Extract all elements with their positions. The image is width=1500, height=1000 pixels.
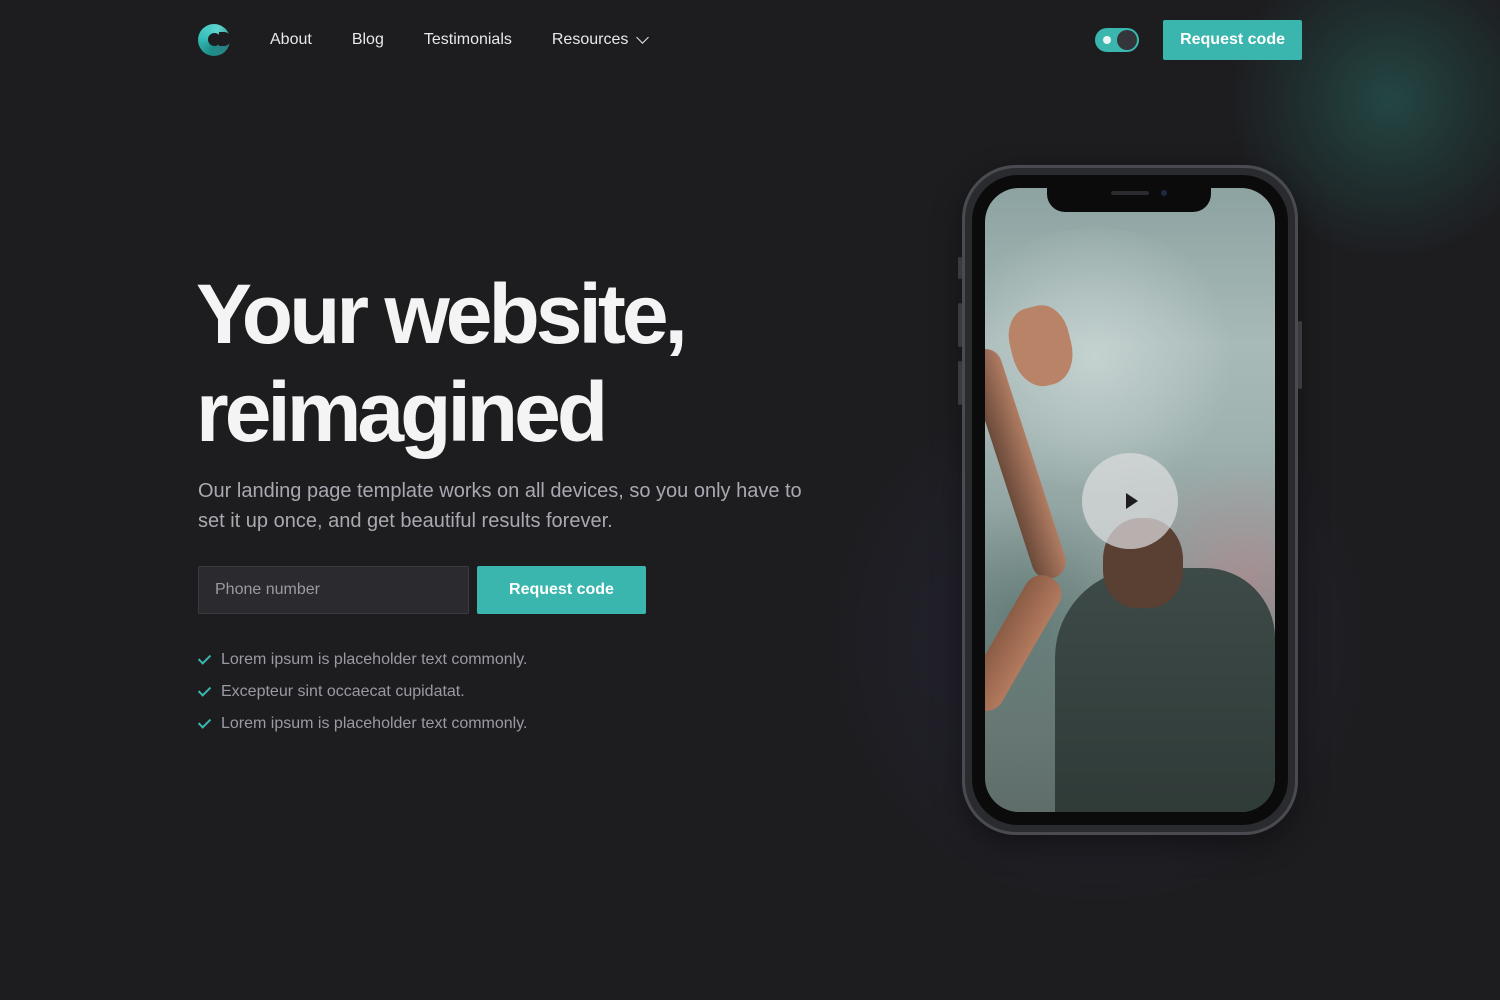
nav-link-resources[interactable]: Resources	[551, 31, 650, 49]
play-video-button[interactable]	[1082, 453, 1178, 549]
feature-item: Lorem ipsum is placeholder text commonly…	[197, 708, 528, 740]
performer-body	[1055, 568, 1275, 812]
hero-title-line-2: reimagined	[196, 365, 608, 459]
nav-link-blog[interactable]: Blog	[352, 31, 384, 49]
hero-title-line-1: Your website,	[196, 267, 688, 361]
feature-list: Lorem ipsum is placeholder text commonly…	[197, 644, 528, 740]
check-icon	[197, 715, 212, 729]
nav-link-label: Resources	[551, 31, 629, 48]
phone-speaker	[1111, 191, 1149, 195]
feature-item: Lorem ipsum is placeholder text commonly…	[197, 644, 528, 676]
feature-text: Excepteur sint occaecat cupidatat.	[221, 683, 465, 700]
hero-subtitle: Our landing page template works on all d…	[198, 480, 802, 532]
phone-side-button	[958, 303, 962, 347]
check-icon	[197, 651, 212, 665]
play-icon	[1126, 493, 1138, 509]
camera-icon	[1161, 190, 1167, 196]
hero-title: Your website, reimagined	[196, 265, 896, 461]
feature-text: Lorem ipsum is placeholder text commonly…	[221, 651, 528, 668]
nav-link-about[interactable]: About	[270, 31, 312, 49]
check-icon	[197, 683, 212, 697]
toggle-indicator-icon	[1103, 36, 1112, 44]
phone-side-button	[958, 257, 962, 279]
form-request-code-button[interactable]: Request code	[477, 566, 646, 614]
nav-link-label: Blog	[351, 31, 384, 48]
header-actions: Request code	[1095, 20, 1302, 60]
main-nav: About Blog Testimonials Resources	[270, 31, 650, 49]
site-header: About Blog Testimonials Resources Reques…	[198, 20, 1302, 60]
header-request-code-button[interactable]: Request code	[1163, 20, 1302, 60]
phone-number-input[interactable]	[198, 566, 469, 614]
nav-link-testimonials[interactable]: Testimonials	[424, 31, 512, 49]
request-code-form: Request code	[198, 566, 646, 614]
landing-page: About Blog Testimonials Resources Reques…	[0, 0, 1500, 1000]
nav-link-label: About	[270, 31, 312, 48]
phone-side-button	[958, 361, 962, 405]
phone-side-button	[1298, 321, 1302, 389]
nav-link-label: Testimonials	[423, 31, 512, 48]
feature-text: Lorem ipsum is placeholder text commonly…	[221, 715, 528, 732]
dark-mode-toggle[interactable]	[1095, 28, 1140, 52]
logo-icon[interactable]	[198, 24, 231, 56]
phone-notch	[1047, 182, 1211, 212]
feature-item: Excepteur sint occaecat cupidatat.	[197, 676, 528, 708]
chevron-down-icon	[636, 31, 650, 44]
toggle-knob	[1117, 30, 1138, 50]
